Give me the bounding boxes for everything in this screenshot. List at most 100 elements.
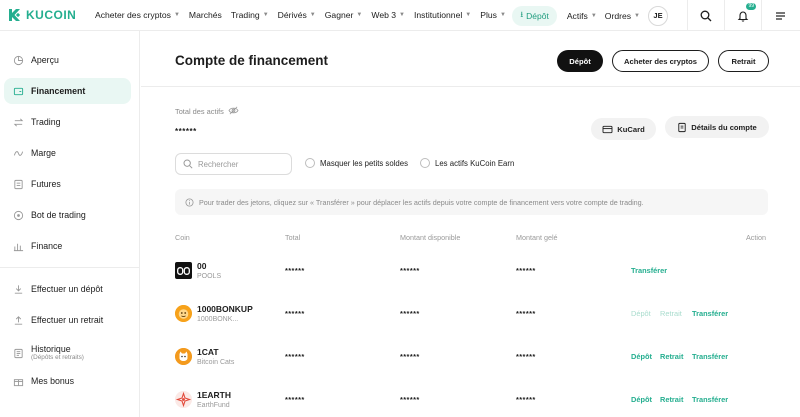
download-icon: ⭳ [520,9,524,19]
sidebar-item-label: Aperçu [31,55,59,65]
column-header-available: Montant disponible [400,233,461,242]
coin-bonk-icon [175,305,192,322]
withdraw-icon [12,314,24,326]
notification-badge: 99 [746,2,756,10]
nav-buy-crypto[interactable]: Acheter des cryptos ▼ [95,10,180,20]
withdraw-button[interactable]: Retrait [718,50,769,72]
main-content: Compte de financement Dépôt Acheter des … [141,31,800,417]
withdraw-link[interactable]: Retrait [660,352,683,361]
account-details-button[interactable]: Détails du compte [665,116,769,138]
search-input[interactable]: Rechercher [175,153,292,175]
coin-frozen: ****** [516,395,536,404]
sidebar-item-finance[interactable]: Finance [4,233,131,259]
sidebar-item-label: Futures [31,179,61,189]
sidebar-item-history[interactable]: Historique (Dépôts et retraits) [4,338,131,368]
coin-available: ****** [400,395,420,404]
finance-icon [12,240,24,252]
sidebar-item-trading[interactable]: Trading [4,109,131,135]
sidebar-item-label: Effectuer un retrait [31,315,104,325]
bot-icon [12,209,24,221]
deposit-button[interactable]: Dépôt [557,50,603,72]
sidebar-item-withdraw[interactable]: Effectuer un retrait [4,307,131,333]
buy-crypto-button[interactable]: Acheter des cryptos [612,50,709,72]
history-labels: Historique (Dépôts et retraits) [31,344,84,361]
avatar[interactable]: JE [648,5,668,26]
sidebar-item-futures[interactable]: Futures [4,171,131,197]
kucoin-logo[interactable]: KUCOIN [8,8,86,22]
top-navigation-bar: KUCOIN Acheter des cryptos ▼ Marchés Trad… [0,0,800,31]
nav-trading[interactable]: Trading ▼ [231,10,269,20]
chevron-down-icon: ▼ [309,12,316,18]
deposit-icon [12,283,24,295]
main-nav: Acheter des cryptos ▼ Marchés Trading ▼ Dé… [95,8,529,22]
bell-icon[interactable]: 99 [733,2,756,26]
deposit-nav-button[interactable]: ⭳ Dépôt [512,5,557,26]
sidebar: Aperçu Financement Trading Marge Futures… [0,31,140,417]
nav-web3[interactable]: Web 3 ▼ [371,10,405,20]
coin-symbol: 1000BONKUP [197,304,253,314]
nav-label: Plus [480,10,497,20]
sidebar-item-overview[interactable]: Aperçu [4,47,131,73]
radio-label: Masquer les petits soldes [320,158,408,168]
nav-assets[interactable]: Actifs ▼ [567,11,597,21]
coin-available: ****** [400,309,420,318]
nav-markets[interactable]: Marchés [189,10,222,20]
swap-icon [12,116,24,128]
pie-icon [12,54,24,66]
divider [761,0,762,31]
deposit-link[interactable]: Dépôt [631,309,651,318]
margin-icon [12,147,24,159]
search-icon[interactable] [696,6,716,26]
nav-institutional[interactable]: Institutionnel ▼ [414,10,471,20]
withdraw-link[interactable]: Retrait [660,309,682,318]
header-divider [141,86,800,87]
transfer-link[interactable]: Transférer [692,352,728,361]
eye-off-icon[interactable] [228,106,239,117]
info-banner: Pour trader des jetons, cliquez sur « Tr… [175,189,768,215]
kucard-button[interactable]: KuCard [591,118,656,140]
coin-name: EarthFund [197,402,230,409]
chevron-down-icon: ▼ [356,12,363,18]
info-text: Pour trader des jetons, cliquez sur « Tr… [199,197,644,207]
nav-label: Ordres [604,10,632,21]
nav-derivatives[interactable]: Dérivés ▼ [278,10,316,20]
transfer-link[interactable]: Transférer [692,395,728,404]
sidebar-item-label: Bot de trading [31,210,86,220]
nav-orders[interactable]: Ordres ▼ [605,11,640,21]
sidebar-item-label: Effectuer un dépôt [31,284,103,294]
brand-name: KUCOIN [26,8,77,22]
transfer-link[interactable]: Transférer [631,266,667,275]
sidebar-item-deposit[interactable]: Effectuer un dépôt [4,276,131,302]
deposit-link[interactable]: Dépôt [631,352,652,361]
column-header-frozen: Montant gelé [516,233,558,242]
sidebar-item-label: Mes bonus [31,376,75,386]
table-row: 1EARTH EarthFund ****** ****** ****** Dé… [175,378,768,417]
chevron-down-icon: ▼ [262,12,269,18]
transfer-link[interactable]: Transférer [692,309,728,318]
info-icon [185,197,194,207]
total-assets-label: Total des actifs [175,106,239,117]
history-icon [12,347,24,359]
sidebar-item-trading-bot[interactable]: Bot de trading [4,202,131,228]
divider [687,0,688,31]
radio-label: Les actifs KuCoin Earn [435,158,515,168]
right-nav: ⭳ Dépôt Actifs ▼ Ordres ▼ JE 99 [512,0,800,31]
nav-earn[interactable]: Gagner ▼ [325,10,363,20]
withdraw-link[interactable]: Retrait [660,395,683,404]
earn-assets-toggle[interactable]: Les actifs KuCoin Earn [420,158,514,168]
coin-total: ****** [285,395,305,404]
column-header-action: Action [746,233,766,242]
search-placeholder: Rechercher [198,159,239,169]
hide-small-balances-toggle[interactable]: Masquer les petits soldes [305,158,408,168]
chevron-down-icon: ▼ [634,12,640,19]
sidebar-item-funding[interactable]: Financement [4,78,131,104]
deposit-link[interactable]: Dépôt [631,395,652,404]
coin-available: ****** [400,266,420,275]
menu-icon[interactable] [770,6,790,26]
coin-frozen: ****** [516,352,536,361]
nav-more[interactable]: Plus ▼ [480,10,506,20]
coin-total: ****** [285,352,305,361]
radio-circle [305,158,315,168]
sidebar-item-bonus[interactable]: Mes bonus [4,368,131,394]
sidebar-item-margin[interactable]: Marge [4,140,131,166]
